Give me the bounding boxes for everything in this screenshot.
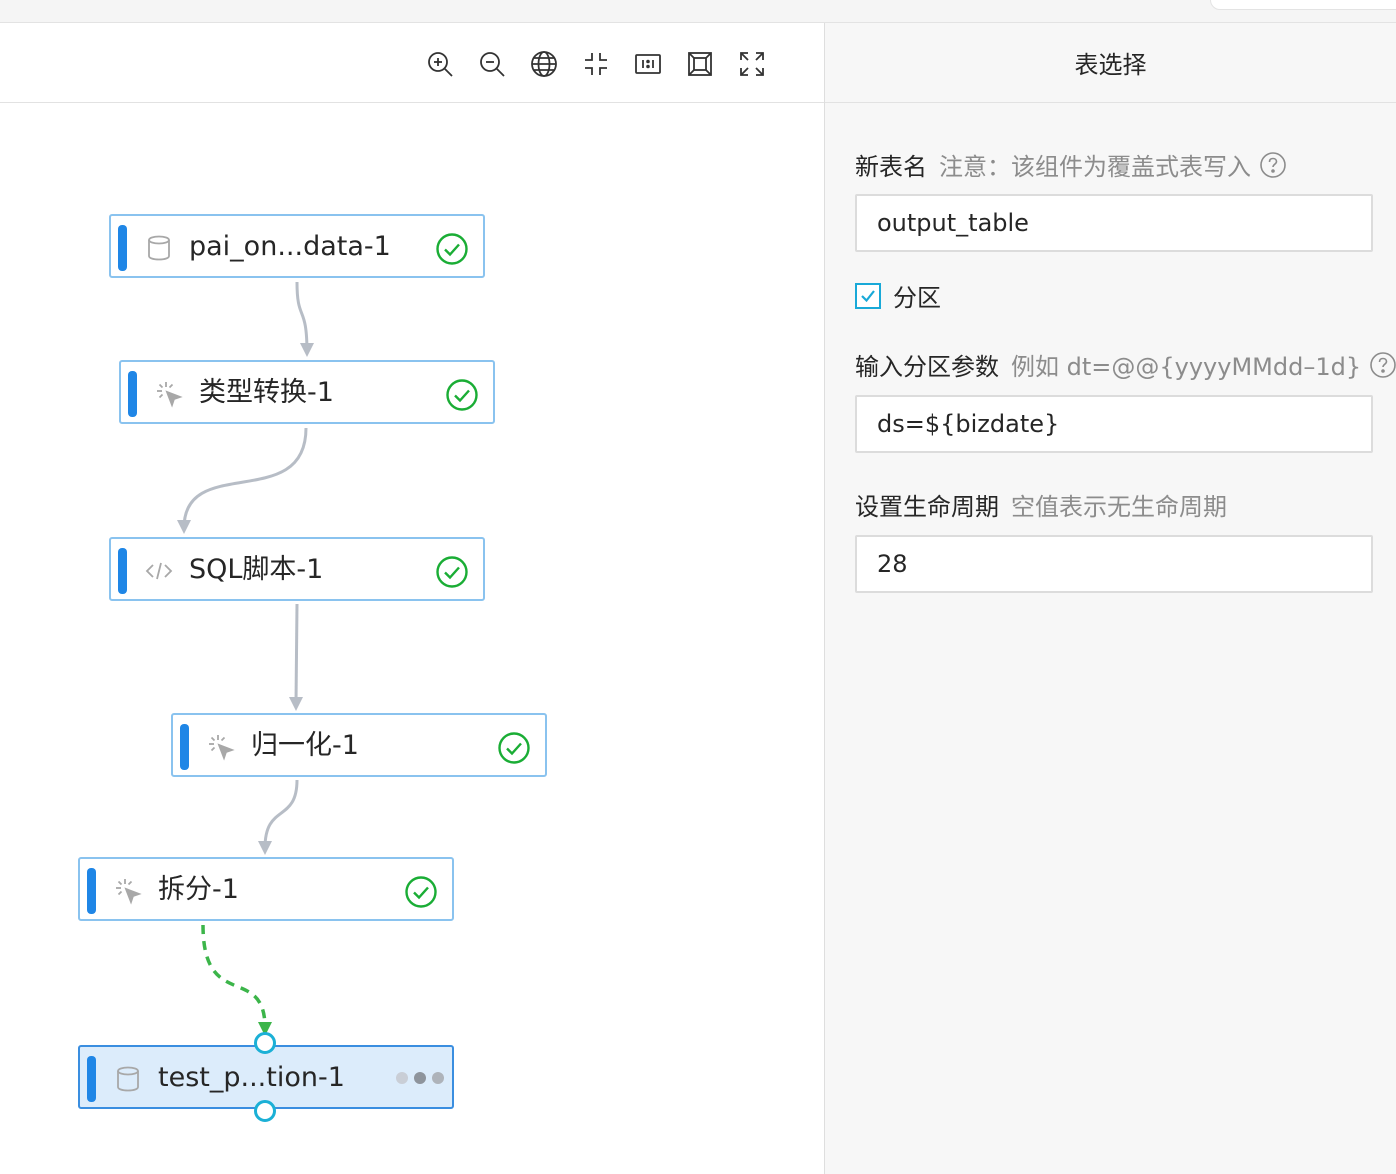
- partition-param-hint: 例如 dt=@@{yyyyMMdd–1d}: [1011, 353, 1362, 381]
- top-tab[interactable]: [1210, 0, 1396, 10]
- window-top-bar: [0, 0, 1396, 23]
- sparkle-cursor-icon: [209, 735, 235, 761]
- node-sql-script[interactable]: SQL脚本-1: [109, 537, 485, 601]
- partition-checkbox-row[interactable]: 分区: [855, 278, 941, 313]
- partition-checkbox[interactable]: [855, 282, 881, 309]
- edge-4: [263, 779, 299, 849]
- partition-checkbox-label: 分区: [893, 284, 941, 312]
- partition-param-label-row: 输入分区参数 例如 dt=@@{yyyyMMdd–1d}: [855, 347, 1396, 382]
- node-accent-bar: [118, 548, 127, 594]
- node-accent-bar: [87, 868, 96, 914]
- workflow-canvas[interactable]: pai_on...data-1 类型转换-1 SQL脚本-1 归一化-1 拆分-…: [0, 23, 824, 1174]
- success-check-icon: [498, 732, 530, 764]
- panel-title: 表选择: [825, 23, 1396, 103]
- edge-2-arrow: [177, 520, 191, 534]
- edge-2: [182, 427, 308, 529]
- help-icon[interactable]: [1369, 351, 1396, 379]
- checkmark-icon: [861, 289, 875, 302]
- node-label: pai_on...data-1: [189, 231, 391, 262]
- lifecycle-input[interactable]: 28: [855, 535, 1373, 593]
- partition-param-input[interactable]: ds=${bizdate}: [855, 395, 1373, 453]
- edge-1: [295, 281, 309, 354]
- new-table-hint: 注意：该组件为覆盖式表写入: [939, 153, 1251, 181]
- edge-3: [294, 603, 299, 704]
- properties-panel: 表选择 新表名 注意：该组件为覆盖式表写入 output_table 分区 输入…: [824, 23, 1396, 1174]
- edge-1-arrow: [300, 343, 314, 357]
- lifecycle-label: 设置生命周期: [855, 493, 999, 521]
- node-label: SQL脚本-1: [189, 554, 324, 585]
- node-split[interactable]: 拆分-1: [78, 857, 454, 921]
- database-icon: [117, 1066, 139, 1092]
- output-port[interactable]: [254, 1100, 276, 1122]
- node-label: 类型转换-1: [199, 377, 334, 408]
- lifecycle-label-row: 设置生命周期 空值表示无生命周期: [855, 487, 1227, 522]
- running-dots-icon: [396, 1072, 444, 1084]
- node-type-conversion[interactable]: 类型转换-1: [119, 360, 495, 424]
- code-icon: [145, 562, 173, 580]
- input-port[interactable]: [254, 1032, 276, 1054]
- new-table-input[interactable]: output_table: [855, 194, 1373, 252]
- node-label: 归一化-1: [251, 730, 359, 761]
- node-accent-bar: [118, 225, 127, 271]
- database-icon: [148, 235, 170, 261]
- success-check-icon: [436, 556, 468, 588]
- sparkle-cursor-icon: [116, 879, 142, 905]
- node-label: 拆分-1: [158, 874, 239, 905]
- node-label: test_p...tion-1: [158, 1062, 345, 1093]
- edge-4-arrow: [258, 841, 272, 855]
- partition-param-label: 输入分区参数: [855, 353, 999, 381]
- success-check-icon: [446, 379, 478, 411]
- help-icon[interactable]: [1259, 151, 1287, 179]
- node-accent-bar: [180, 724, 189, 770]
- edge-3-arrow: [289, 697, 303, 711]
- new-table-label-row: 新表名 注意：该组件为覆盖式表写入: [855, 147, 1287, 182]
- lifecycle-hint: 空值表示无生命周期: [1011, 493, 1227, 521]
- node-accent-bar: [87, 1056, 96, 1102]
- success-check-icon: [405, 876, 437, 908]
- success-check-icon: [436, 233, 468, 265]
- node-accent-bar: [128, 371, 137, 417]
- node-normalize[interactable]: 归一化-1: [171, 713, 547, 777]
- node-pai-data[interactable]: pai_on...data-1: [109, 214, 485, 278]
- edge-5-active: [201, 924, 267, 1029]
- sparkle-cursor-icon: [157, 382, 183, 408]
- new-table-label: 新表名: [855, 153, 927, 181]
